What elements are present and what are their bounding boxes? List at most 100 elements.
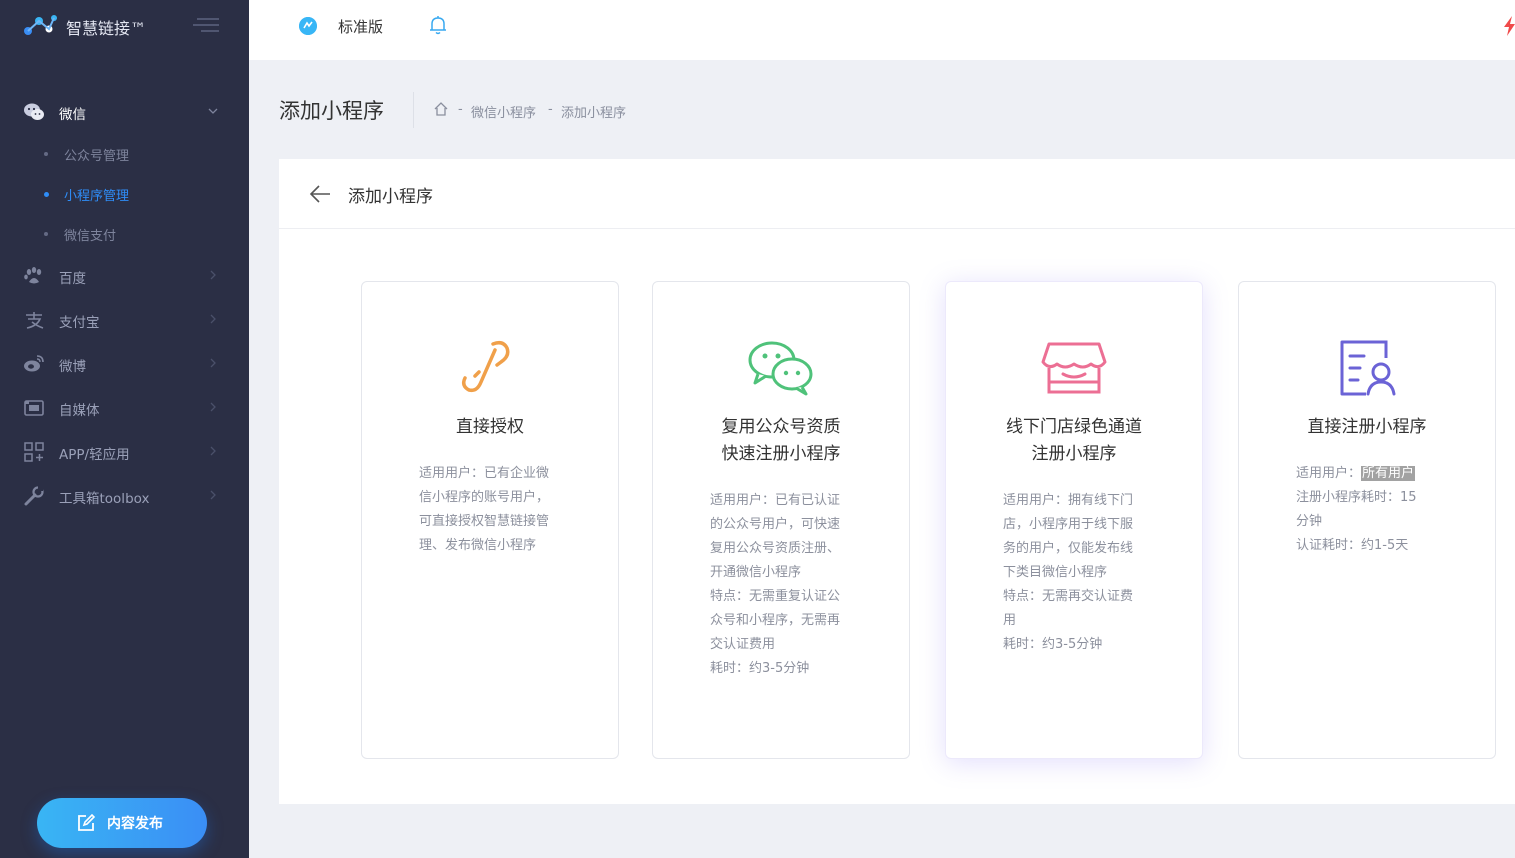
breadcrumb-sep: - <box>458 102 463 117</box>
publish-label: 内容发布 <box>107 816 163 832</box>
card-title-line: 线下门店绿色通道 <box>1006 417 1142 437</box>
sidebar-subitem-label: 微信支付 <box>64 229 117 244</box>
sidebar-item-label: 支付宝 <box>59 315 100 331</box>
logo-text: 智慧链接™ <box>66 19 147 38</box>
weibo-icon <box>24 355 44 372</box>
sidebar-subitem-mini-program[interactable]: 小程序管理 <box>0 176 249 212</box>
sidebar-item-alipay[interactable]: 支付宝 <box>0 298 249 342</box>
card-desc-line: 特点：无需重复认证公 <box>710 589 841 604</box>
sidebar: 智慧链接™ 微信 公众号管理 小程序管理 微信支付 百度 支付宝 微博 自媒体 … <box>0 0 249 858</box>
card-desc-line: 认证耗时：约1-5天 <box>1296 538 1409 553</box>
sidebar-subitem-official-account[interactable]: 公众号管理 <box>0 136 249 172</box>
logo[interactable]: 智慧链接™ <box>0 0 249 52</box>
chevron-right-icon <box>210 358 216 368</box>
card-desc-line: 的公众号用户，可快速 <box>710 517 841 532</box>
wechat-icon <box>24 103 44 120</box>
alipay-icon <box>26 312 44 329</box>
app-grid-icon <box>24 442 44 462</box>
sidebar-subitem-wechat-pay[interactable]: 微信支付 <box>0 216 249 252</box>
breadcrumb-item-mini-program[interactable]: 微信小程序 <box>471 102 536 121</box>
breadcrumb-sep: - <box>548 102 553 117</box>
sidebar-item-wechat[interactable]: 微信 <box>0 90 249 134</box>
sidebar-item-toolbox[interactable]: 工具箱toolbox <box>0 474 249 518</box>
desc-label: 适用用户： <box>1296 466 1362 481</box>
card-desc-line: 注册小程序耗时：15 <box>1296 490 1417 505</box>
card-title-line: 直接注册小程序 <box>1307 417 1427 437</box>
bell-icon[interactable] <box>429 15 447 35</box>
card-description: 适用用户：所有用户 注册小程序耗时：15 分钟 认证耗时：约1-5天 <box>1296 462 1446 558</box>
sidebar-subitem-label: 小程序管理 <box>64 189 130 204</box>
card-title-line: 复用公众号资质 <box>721 417 841 437</box>
home-icon[interactable] <box>433 101 449 117</box>
sidebar-item-baidu[interactable]: 百度 <box>0 254 249 298</box>
chevron-right-icon <box>210 446 216 456</box>
sidebar-item-app[interactable]: APP/轻应用 <box>0 430 249 474</box>
back-arrow-icon[interactable] <box>309 184 331 204</box>
card-desc-line: 分钟 <box>1296 514 1323 529</box>
card-description: 适用用户：已有企业微 信小程序的账号用户， 可直接授权智慧链接管 理、发布微信小… <box>419 462 569 558</box>
card-desc-line: 适用用户：所有用户 <box>1296 462 1446 486</box>
panel-title: 添加小程序 <box>348 187 433 207</box>
sidebar-item-self-media[interactable]: 自媒体 <box>0 386 249 430</box>
card-desc-line: 交认证费用 <box>710 637 776 652</box>
edit-icon <box>78 814 95 831</box>
card-desc-line: 耗时：约3-5分钟 <box>1003 637 1103 652</box>
card-title: 直接注册小程序 <box>1239 414 1495 441</box>
card-title-line: 注册小程序 <box>1031 444 1117 464</box>
paw-icon <box>24 267 42 284</box>
option-card-reuse-official-account[interactable]: 复用公众号资质 快速注册小程序 适用用户：已有已认证 的公众号用户，可快速 复用… <box>652 281 910 759</box>
option-card-offline-store[interactable]: 线下门店绿色通道 注册小程序 适用用户：拥有线下门 店，小程序用于线下服 务的用… <box>945 281 1203 759</box>
card-desc-line: 特点：无需再交认证费 <box>1003 589 1134 604</box>
bullet-dot <box>44 192 49 197</box>
chevron-right-icon <box>210 402 216 412</box>
option-card-direct-register[interactable]: 直接注册小程序 适用用户：所有用户 注册小程序耗时：15 分钟 认证耗时：约1-… <box>1238 281 1496 759</box>
card-desc-line: 适用用户：已有已认证 <box>710 493 841 508</box>
card-desc-line: 适用用户：已有企业微 <box>419 466 550 481</box>
card-description: 适用用户：拥有线下门 店，小程序用于线下服 务的用户，仅能发布线 下类目微信小程… <box>1003 489 1153 657</box>
store-icon <box>1041 342 1107 394</box>
sidebar-item-label: APP/轻应用 <box>59 447 130 463</box>
chevron-right-icon <box>210 314 216 324</box>
wechat-chat-icon <box>748 341 813 396</box>
card-title-line: 直接授权 <box>456 417 524 437</box>
option-card-direct-authorize[interactable]: 直接授权 适用用户：已有企业微 信小程序的账号用户， 可直接授权智慧链接管 理、… <box>361 281 619 759</box>
breadcrumb-item-current: 添加小程序 <box>561 106 627 121</box>
card-desc-line: 下类目微信小程序 <box>1003 565 1108 580</box>
title-divider <box>413 92 414 128</box>
content-panel: 添加小程序 直接授权 适用用户：已有企业微 信小程序的账号用户， 可直接授权智慧… <box>279 159 1515 804</box>
card-description: 适用用户：已有已认证 的公众号用户，可快速 复用公众号资质注册、 开通微信小程序… <box>710 489 860 681</box>
card-desc-line: 可直接授权智慧链接管 <box>419 514 550 529</box>
card-title: 复用公众号资质 快速注册小程序 <box>653 414 909 468</box>
sidebar-item-weibo[interactable]: 微博 <box>0 342 249 386</box>
card-title: 直接授权 <box>362 414 618 441</box>
card-desc-line: 用 <box>1003 613 1017 628</box>
card-title-line: 快速注册小程序 <box>721 444 841 464</box>
card-desc-line: 复用公众号资质注册、 <box>710 541 841 556</box>
chevron-right-icon <box>210 270 216 280</box>
edition-label[interactable]: 标准版 <box>338 16 383 37</box>
panel-header: 添加小程序 <box>279 159 1515 229</box>
menu-collapse-icon[interactable] <box>193 17 219 33</box>
media-icon <box>24 400 44 416</box>
edition-icon <box>299 17 317 35</box>
sidebar-subitem-label: 公众号管理 <box>64 149 130 164</box>
publish-content-button[interactable]: 内容发布 <box>37 798 207 848</box>
highlighted-text: 所有用户 <box>1361 466 1416 481</box>
logo-icon <box>24 15 57 35</box>
sidebar-item-label: 自媒体 <box>59 403 100 419</box>
sidebar-item-label: 工具箱toolbox <box>59 491 150 507</box>
wrench-icon <box>24 486 44 506</box>
card-desc-line: 众号和小程序，无需再 <box>710 613 841 628</box>
flash-icon[interactable] <box>1503 16 1515 36</box>
card-desc-line: 务的用户，仅能发布线 <box>1003 541 1134 556</box>
bullet-dot <box>44 232 48 236</box>
sidebar-item-label: 微博 <box>59 359 86 375</box>
link-chain-icon <box>461 340 510 393</box>
card-desc-line: 店，小程序用于线下服 <box>1003 517 1134 532</box>
card-desc-line: 耗时：约3-5分钟 <box>710 661 810 676</box>
bullet-dot <box>44 152 48 156</box>
chevron-right-icon <box>210 490 216 500</box>
sidebar-item-label: 百度 <box>59 271 86 287</box>
user-form-icon <box>1340 340 1396 396</box>
card-title: 线下门店绿色通道 注册小程序 <box>946 414 1202 468</box>
